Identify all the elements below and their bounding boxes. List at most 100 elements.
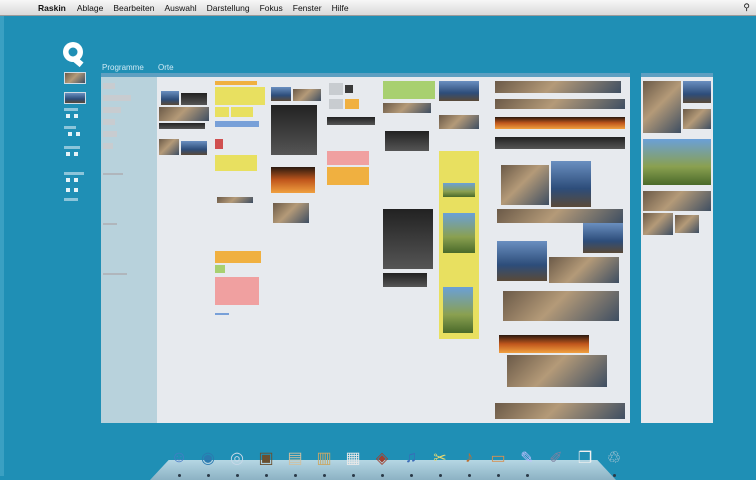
photo-booth-icon[interactable]: ◈ <box>371 446 393 470</box>
list-item[interactable] <box>329 83 343 95</box>
scissors-app-icon[interactable]: ✂ <box>429 446 451 470</box>
photo-thumbnail[interactable] <box>293 89 321 101</box>
trash-icon[interactable]: ♲ <box>603 446 625 470</box>
photo-thumbnail[interactable] <box>643 139 711 185</box>
sidebar-thumbnail[interactable] <box>64 72 86 84</box>
place-column[interactable] <box>437 73 493 423</box>
menu-ablage[interactable]: Ablage <box>77 3 103 13</box>
photo-thumbnail[interactable] <box>271 87 291 101</box>
program-item[interactable] <box>103 143 113 149</box>
itunes-icon[interactable]: ♫ <box>400 446 422 470</box>
menu-app-name[interactable]: Raskin <box>38 3 66 13</box>
sidebar-icon[interactable] <box>74 152 78 156</box>
place-column[interactable] <box>641 73 713 423</box>
menu-fenster[interactable]: Fenster <box>293 3 322 13</box>
photo-thumbnail[interactable] <box>443 287 473 333</box>
photo-thumbnail[interactable] <box>501 165 549 205</box>
photo-thumbnail[interactable] <box>683 81 711 103</box>
address-book-icon[interactable]: ▥ <box>313 446 335 470</box>
photo-thumbnail[interactable] <box>507 355 607 387</box>
sidebar-icon[interactable] <box>66 152 70 156</box>
colored-block[interactable] <box>215 107 229 117</box>
colored-block[interactable] <box>231 107 253 117</box>
colored-block[interactable] <box>215 277 259 305</box>
colored-block[interactable] <box>345 99 359 109</box>
photo-thumbnail[interactable] <box>161 91 179 105</box>
colored-block[interactable] <box>215 155 257 171</box>
program-item[interactable] <box>103 83 115 89</box>
photo-thumbnail[interactable] <box>273 203 309 223</box>
place-column[interactable] <box>157 73 213 423</box>
photo-thumbnail[interactable] <box>385 131 429 151</box>
finder-icon[interactable]: ☺ <box>168 446 190 470</box>
menu-darstellung[interactable]: Darstellung <box>207 3 250 13</box>
sidebar-icon[interactable] <box>66 114 70 118</box>
documents-stack-icon[interactable]: ❐ <box>574 446 596 470</box>
program-item[interactable] <box>103 95 131 101</box>
sidebar-icon[interactable] <box>76 132 80 136</box>
place-column[interactable] <box>269 73 325 423</box>
sidebar-thumbnail[interactable] <box>64 92 86 104</box>
photo-thumbnail[interactable] <box>683 109 711 129</box>
photo-thumbnail[interactable] <box>495 137 625 149</box>
sidebar-icon[interactable] <box>74 188 78 192</box>
photo-thumbnail[interactable] <box>495 81 621 93</box>
photo-thumbnail[interactable] <box>675 215 699 233</box>
program-item[interactable] <box>103 107 121 113</box>
list-item[interactable] <box>329 99 343 109</box>
photo-thumbnail[interactable] <box>159 139 179 155</box>
sidebar-icon[interactable] <box>68 132 72 136</box>
colored-block[interactable] <box>215 251 261 263</box>
photo-thumbnail[interactable] <box>383 103 431 113</box>
colored-block[interactable] <box>215 87 265 105</box>
colored-block[interactable] <box>215 81 257 85</box>
menu-hilfe[interactable]: Hilfe <box>332 3 349 13</box>
garageband-icon[interactable]: ♪ <box>458 446 480 470</box>
raskin-icon[interactable]: ◉ <box>197 446 219 470</box>
program-item[interactable] <box>103 173 123 175</box>
photo-thumbnail[interactable] <box>271 105 317 155</box>
sidebar-icon[interactable] <box>66 188 70 192</box>
photo-thumbnail[interactable] <box>503 291 619 321</box>
photo-thumbnail[interactable] <box>217 197 253 203</box>
photo-thumbnail[interactable] <box>551 161 591 207</box>
sidebar-icon[interactable] <box>74 114 78 118</box>
place-column[interactable] <box>213 73 269 423</box>
photo-thumbnail[interactable] <box>439 81 479 101</box>
photo-thumbnail[interactable] <box>643 213 673 235</box>
textedit-icon[interactable]: ✎ <box>516 446 538 470</box>
list-item[interactable] <box>345 85 353 93</box>
colored-block[interactable] <box>327 167 369 185</box>
colored-block[interactable] <box>215 139 223 149</box>
photo-thumbnail[interactable] <box>583 223 623 253</box>
photo-thumbnail[interactable] <box>181 141 207 155</box>
colored-block[interactable] <box>215 121 259 127</box>
ical-icon[interactable]: ▦ <box>342 446 364 470</box>
preview-icon[interactable]: ▤ <box>284 446 306 470</box>
photo-thumbnail[interactable] <box>383 209 433 269</box>
iphoto-icon[interactable]: ▣ <box>255 446 277 470</box>
colored-block[interactable] <box>327 151 369 165</box>
photo-thumbnail[interactable] <box>549 257 619 283</box>
sidebar-icon[interactable] <box>66 178 70 182</box>
place-column[interactable] <box>381 73 437 423</box>
photo-thumbnail[interactable] <box>495 99 625 109</box>
program-item[interactable] <box>103 131 117 137</box>
safari-icon[interactable]: ◎ <box>226 446 248 470</box>
program-item[interactable] <box>103 119 115 125</box>
program-item[interactable] <box>103 273 127 275</box>
photo-thumbnail[interactable] <box>181 93 207 105</box>
menu-bearbeiten[interactable]: Bearbeiten <box>113 3 154 13</box>
keynote-icon[interactable]: ▭ <box>487 446 509 470</box>
menu-fokus[interactable]: Fokus <box>260 3 283 13</box>
photo-thumbnail[interactable] <box>643 81 681 133</box>
photo-thumbnail[interactable] <box>327 117 375 125</box>
colored-block[interactable] <box>215 265 225 273</box>
sidebar-icon[interactable] <box>74 178 78 182</box>
script-editor-icon[interactable]: ✐ <box>545 446 567 470</box>
photo-thumbnail[interactable] <box>497 241 547 281</box>
photo-thumbnail[interactable] <box>495 117 625 129</box>
photo-thumbnail[interactable] <box>643 191 711 211</box>
photo-thumbnail[interactable] <box>497 209 623 223</box>
programs-column[interactable] <box>101 73 157 423</box>
